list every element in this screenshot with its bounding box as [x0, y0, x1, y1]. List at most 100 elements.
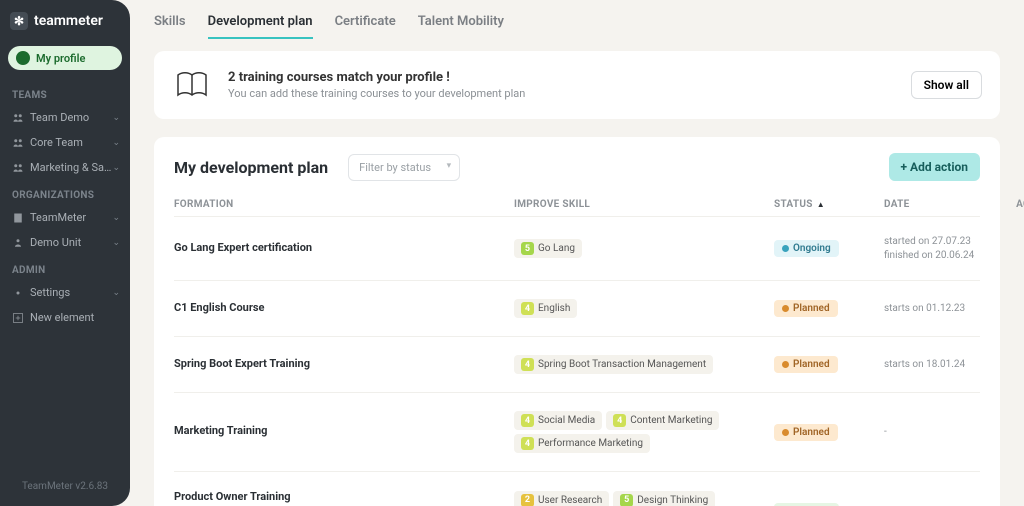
- skill-level-badge: 4: [521, 437, 534, 450]
- tabs: Skills Development plan Certificate Tale…: [154, 14, 1000, 39]
- sidebar-item-settings[interactable]: Settings⌄: [0, 280, 130, 305]
- col-improve-skill: IMPROVE SKILL: [514, 199, 774, 210]
- filter-status-select[interactable]: Filter by status: [348, 154, 460, 181]
- date-cell: starts on 01.12.23: [884, 302, 1004, 316]
- skill-chip: 2User Research: [514, 491, 609, 506]
- delete-button[interactable]: [1004, 241, 1024, 256]
- delete-button[interactable]: [1004, 425, 1024, 440]
- skill-chip: 4Content Marketing: [606, 411, 719, 430]
- section-org-title: ORGANIZATIONS: [0, 180, 130, 205]
- sidebar-item-teammeter-org[interactable]: TeamMeter⌄: [0, 205, 130, 230]
- formation-title: Spring Boot Expert Training: [174, 357, 514, 370]
- skill-level-badge: 5: [620, 494, 633, 506]
- group-icon: [12, 112, 24, 124]
- group-icon: [12, 137, 24, 149]
- formation-title: C1 English Course: [174, 301, 514, 314]
- skill-chip: 4English: [514, 299, 577, 318]
- development-plan-panel: My development plan Filter by status + A…: [154, 137, 1000, 506]
- plus-square-icon: [12, 312, 24, 324]
- profile-label: My profile: [36, 52, 85, 65]
- status-badge: Ongoing: [774, 240, 839, 257]
- section-admin-title: ADMIN: [0, 255, 130, 280]
- tab-skills[interactable]: Skills: [154, 14, 186, 39]
- chevron-down-icon: ⌄: [112, 288, 120, 298]
- col-action: ACTION: [1004, 199, 1024, 210]
- sort-asc-icon: ▲: [817, 200, 825, 209]
- chevron-down-icon: ⌄: [112, 238, 120, 248]
- skill-chip: 4Spring Boot Transaction Management: [514, 355, 713, 374]
- banner-title: 2 training courses match your profile !: [228, 70, 895, 85]
- skill-chip: 5Design Thinking: [613, 491, 715, 506]
- avatar-icon: [16, 51, 30, 65]
- delete-button[interactable]: [1004, 301, 1024, 316]
- sidebar-item-demo-unit[interactable]: Demo Unit⌄: [0, 230, 130, 255]
- date-cell: -: [884, 425, 1004, 439]
- status-dot-icon: [782, 429, 789, 436]
- table-row: Spring Boot Expert Training 4Spring Boot…: [174, 336, 980, 392]
- sidebar-item-new-element[interactable]: New element: [0, 305, 130, 330]
- status-badge: Planned: [774, 300, 838, 317]
- skill-level-badge: 4: [521, 302, 534, 315]
- table-header: FORMATION IMPROVE SKILL STATUS▲ DATE ACT…: [174, 193, 980, 216]
- col-formation: FORMATION: [174, 199, 514, 210]
- skill-chip: 4Social Media: [514, 411, 602, 430]
- tab-development-plan[interactable]: Development plan: [208, 14, 313, 39]
- skill-level-badge: 2: [521, 494, 534, 506]
- skill-chips: 2User Research5Design Thinking5KANBAN5Sc…: [514, 491, 774, 506]
- chevron-down-icon: ⌄: [112, 113, 120, 123]
- table-row: Product Owner TrainingRole and responsib…: [174, 471, 980, 506]
- sidebar-item-marketing-sales[interactable]: Marketing & Sales⌄: [0, 155, 130, 180]
- add-action-button[interactable]: + Add action: [889, 153, 981, 181]
- date-cell: starts on 18.01.24: [884, 358, 1004, 372]
- table-row: Go Lang Expert certification 5Go Lang On…: [174, 216, 980, 280]
- my-profile-link[interactable]: My profile: [8, 46, 122, 70]
- chevron-down-icon: ⌄: [112, 163, 120, 173]
- formation-title: Marketing Training: [174, 424, 514, 437]
- formation-title: Go Lang Expert certification: [174, 241, 514, 254]
- col-date: DATE: [884, 199, 1004, 210]
- tab-talent-mobility[interactable]: Talent Mobility: [418, 14, 504, 39]
- skill-chips: 5Go Lang: [514, 239, 774, 258]
- brand-name: teammeter: [34, 13, 103, 29]
- show-all-button[interactable]: Show all: [911, 71, 982, 99]
- status-dot-icon: [782, 361, 789, 368]
- book-illustration-icon: [172, 65, 212, 105]
- group-icon: [12, 162, 24, 174]
- col-status[interactable]: STATUS▲: [774, 199, 884, 210]
- chevron-down-icon: ⌄: [112, 138, 120, 148]
- status-dot-icon: [782, 305, 789, 312]
- status-badge: Planned: [774, 356, 838, 373]
- date-cell: started on 27.07.23finished on 20.06.24: [884, 235, 1004, 262]
- skill-chips: 4Social Media4Content Marketing 4Performa…: [514, 411, 774, 453]
- main-content: Skills Development plan Certificate Tale…: [130, 0, 1024, 506]
- status-dot-icon: [782, 245, 789, 252]
- skill-level-badge: 4: [521, 414, 534, 427]
- group-icon: [12, 237, 24, 249]
- building-icon: [12, 212, 24, 224]
- version-label: TeamMeter v2.6.83: [0, 467, 130, 506]
- section-teams-title: TEAMS: [0, 80, 130, 105]
- delete-button[interactable]: [1004, 357, 1024, 372]
- sidebar-item-team-demo[interactable]: Team Demo⌄: [0, 105, 130, 130]
- skill-chip: 5Go Lang: [514, 239, 582, 258]
- skill-chip: 4Performance Marketing: [514, 434, 650, 453]
- table-row: C1 English Course 4English Planned start…: [174, 280, 980, 336]
- panel-title: My development plan: [174, 158, 328, 177]
- skill-level-badge: 4: [613, 414, 626, 427]
- status-badge: Planned: [774, 424, 838, 441]
- table-body: Go Lang Expert certification 5Go Lang On…: [174, 216, 980, 506]
- gear-icon: [12, 287, 24, 299]
- brand-icon: ✻: [10, 12, 28, 30]
- tab-certificate[interactable]: Certificate: [335, 14, 396, 39]
- brand-logo: ✻ teammeter: [0, 0, 130, 42]
- skill-chips: 4Spring Boot Transaction Management: [514, 355, 774, 374]
- banner-subtitle: You can add these training courses to yo…: [228, 87, 895, 100]
- table-row: Marketing Training 4Social Media4Content…: [174, 392, 980, 471]
- sidebar: ✻ teammeter My profile TEAMS Team Demo⌄ …: [0, 0, 130, 506]
- match-banner: 2 training courses match your profile ! …: [154, 51, 1000, 119]
- skill-level-badge: 4: [521, 358, 534, 371]
- skill-chips: 4English: [514, 299, 774, 318]
- formation-title: Product Owner Training: [174, 490, 514, 503]
- skill-level-badge: 5: [521, 242, 534, 255]
- sidebar-item-core-team[interactable]: Core Team⌄: [0, 130, 130, 155]
